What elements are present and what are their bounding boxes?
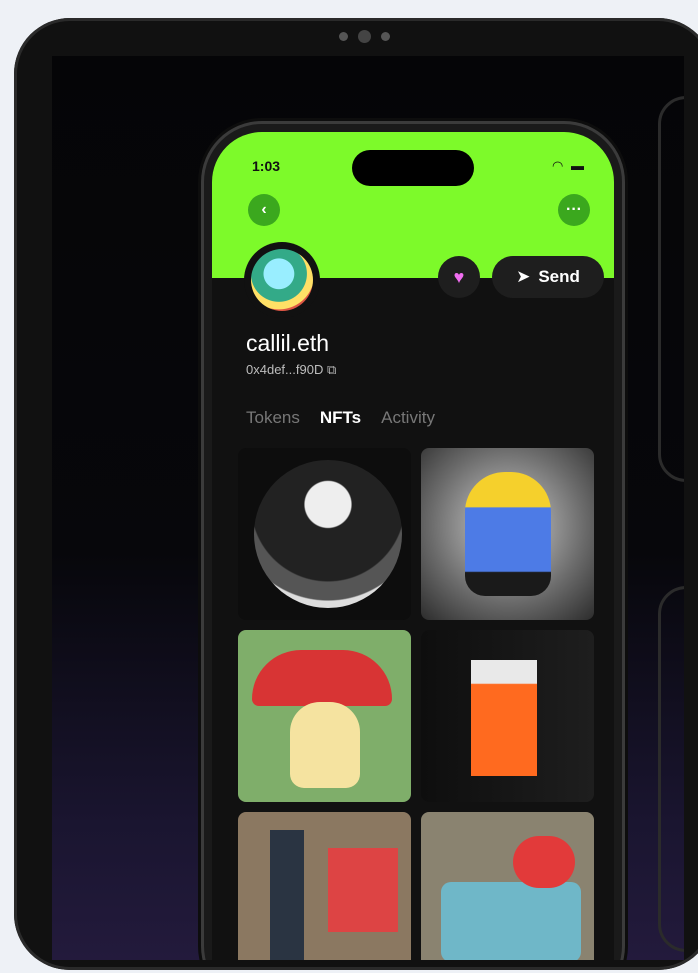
avatar-image [251, 249, 313, 311]
nft-image [254, 460, 402, 608]
more-options-button[interactable]: ··· [558, 194, 590, 226]
phone-frame: 1:03 ◠ ▬ ‹ ··· ♥ ➤ Send callil.eth 0x4de… [204, 124, 622, 960]
nft-image-detail [290, 702, 360, 788]
heart-icon: ♥ [453, 266, 465, 287]
tab-tokens[interactable]: Tokens [246, 408, 300, 428]
tablet-camera [14, 30, 698, 43]
dynamic-island [352, 150, 474, 186]
avatar[interactable] [244, 242, 320, 318]
nft-grid [238, 448, 594, 960]
nft-tile[interactable] [421, 812, 594, 960]
paper-plane-icon: ➤ [516, 267, 531, 286]
phone-screen: 1:03 ◠ ▬ ‹ ··· ♥ ➤ Send callil.eth 0x4de… [212, 132, 614, 960]
send-button-label: Send [538, 267, 580, 286]
background-device-edge [658, 586, 684, 952]
nft-tile[interactable] [421, 448, 594, 620]
tab-activity[interactable]: Activity [381, 408, 435, 428]
wallet-address-text: 0x4def...f90D [246, 362, 324, 377]
wallet-address[interactable]: 0x4def...f90D ⧉ [246, 362, 336, 378]
send-button[interactable]: ➤ Send [492, 256, 604, 298]
chevron-left-icon: ‹ [261, 201, 267, 218]
nft-image [465, 472, 551, 596]
back-button[interactable]: ‹ [248, 194, 280, 226]
ellipsis-icon: ··· [566, 201, 582, 218]
nft-image [471, 660, 537, 776]
tablet-frame: 1:03 ◠ ▬ ‹ ··· ♥ ➤ Send callil.eth 0x4de… [14, 18, 698, 970]
nft-image [441, 882, 581, 960]
favorite-button[interactable]: ♥ [438, 256, 480, 298]
copy-icon[interactable]: ⧉ [327, 362, 336, 377]
wifi-icon: ◠ [552, 158, 566, 173]
status-indicators: ◠ ▬ [552, 158, 586, 174]
status-time: 1:03 [252, 158, 281, 174]
nft-image-detail [513, 836, 575, 888]
nft-tile[interactable] [238, 812, 411, 960]
nft-image [270, 830, 304, 960]
tablet-screen: 1:03 ◠ ▬ ‹ ··· ♥ ➤ Send callil.eth 0x4de… [52, 56, 684, 960]
nft-tile[interactable] [238, 448, 411, 620]
nft-image-detail [328, 848, 398, 932]
tab-nfts[interactable]: NFTs [320, 408, 361, 428]
nft-tile[interactable] [238, 630, 411, 802]
battery-icon: ▬ [571, 158, 586, 173]
background-device-edge [658, 96, 684, 482]
nft-tile[interactable] [421, 630, 594, 802]
nft-image [252, 650, 392, 706]
profile-name: callil.eth [246, 330, 330, 356]
profile-tabs: Tokens NFTs Activity [246, 408, 435, 428]
